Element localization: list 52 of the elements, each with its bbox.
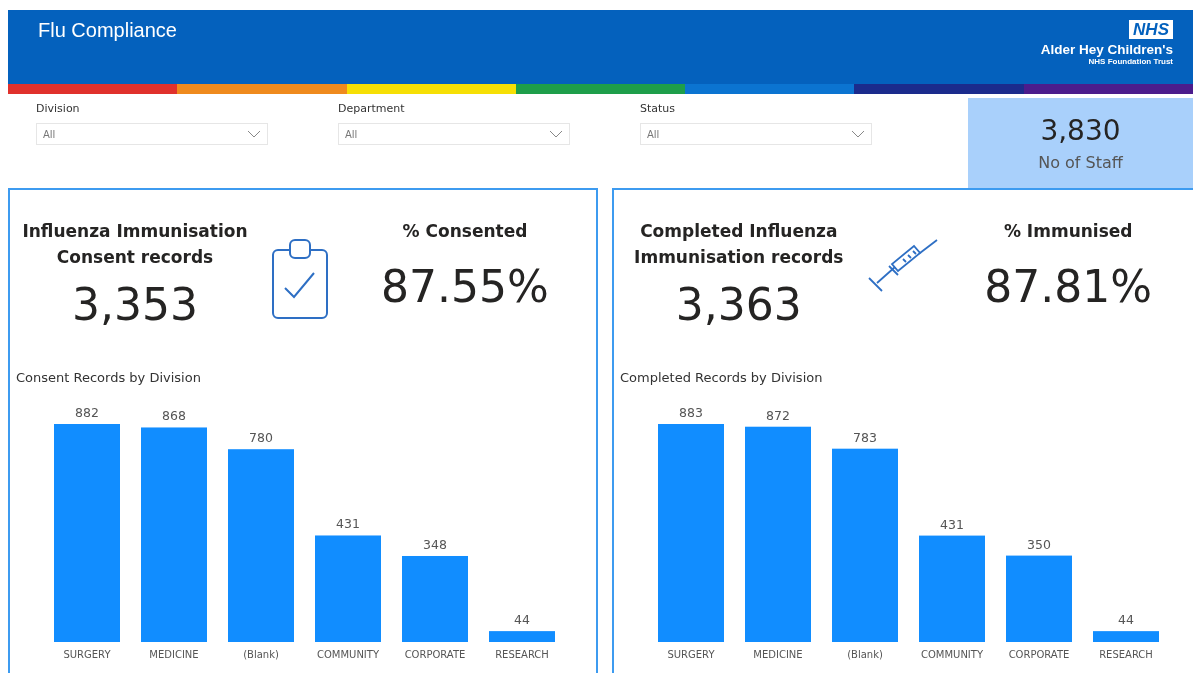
bar-value-label: 431 xyxy=(940,516,964,532)
category-label: MEDICINE xyxy=(753,649,803,660)
logo-subtitle: NHS Foundation Trust xyxy=(1088,57,1173,66)
bar-value-label: 872 xyxy=(766,407,790,423)
category-label: COMMUNITY xyxy=(920,649,984,660)
category-label: COMMUNITY xyxy=(316,649,380,660)
clipboard-check-icon xyxy=(271,238,329,320)
bar-value-label: 883 xyxy=(679,405,703,420)
bar-value-label: 780 xyxy=(249,430,273,446)
filter-dropdown[interactable]: All xyxy=(640,123,872,145)
chart-title: Consent Records by Division xyxy=(16,370,202,385)
kpi-value: 87.81% xyxy=(984,262,1153,312)
report-title: Flu Compliance xyxy=(38,19,177,43)
chevron-down-icon xyxy=(851,130,865,138)
kpi-value: 87.55% xyxy=(381,262,549,312)
category-label: SURGERY xyxy=(667,649,715,660)
chevron-down-icon xyxy=(247,130,261,138)
staff-label: No of Staff xyxy=(1038,153,1123,172)
category-label: CORPORATE xyxy=(404,649,466,660)
bar-value-label: 783 xyxy=(853,429,877,445)
category-label: RESEARCH xyxy=(1099,649,1153,660)
bar xyxy=(489,631,555,642)
category-label: RESEARCH xyxy=(495,649,549,660)
category-label: CORPORATE xyxy=(1008,649,1070,660)
filter-dropdown[interactable]: All xyxy=(36,123,268,145)
bar-value-label: 868 xyxy=(162,408,186,424)
bar xyxy=(1093,631,1159,642)
category-label: MEDICINE xyxy=(149,649,199,660)
kpi-title: Completed Influenza Immunisation records xyxy=(633,220,845,269)
bar-value-label: 431 xyxy=(336,516,360,532)
chevron-down-icon xyxy=(549,130,563,138)
kpi-title: % Immunised xyxy=(1002,220,1134,243)
filter-dropdown[interactable]: All xyxy=(338,123,570,145)
category-label: SURGERY xyxy=(63,649,111,660)
filter-label: Division xyxy=(36,102,81,115)
logo-name: Alder Hey Children's xyxy=(1040,42,1173,57)
kpi-value: 3,353 xyxy=(72,280,198,330)
kpi-title: % Consented xyxy=(401,220,529,243)
kpi-title: Influenza Immunisation Consent records xyxy=(21,220,249,269)
bar-value-label: 44 xyxy=(514,612,530,628)
kpi-value: 3,363 xyxy=(675,280,802,330)
bar-value-label: 350 xyxy=(1027,536,1051,552)
chart-title: Completed Records by Division xyxy=(620,370,824,385)
bar-value-label: 348 xyxy=(423,537,447,552)
logo-badge: NHS xyxy=(1129,20,1173,39)
staff-count: 3,830 xyxy=(1040,114,1121,147)
bar-value-label: 44 xyxy=(1118,612,1134,628)
category-label: (Blank) xyxy=(847,649,883,660)
category-label: (Blank) xyxy=(243,649,279,660)
filter-label: Department xyxy=(338,102,406,115)
filter-label: Status xyxy=(640,102,677,115)
bar-value-label: 882 xyxy=(75,405,99,420)
